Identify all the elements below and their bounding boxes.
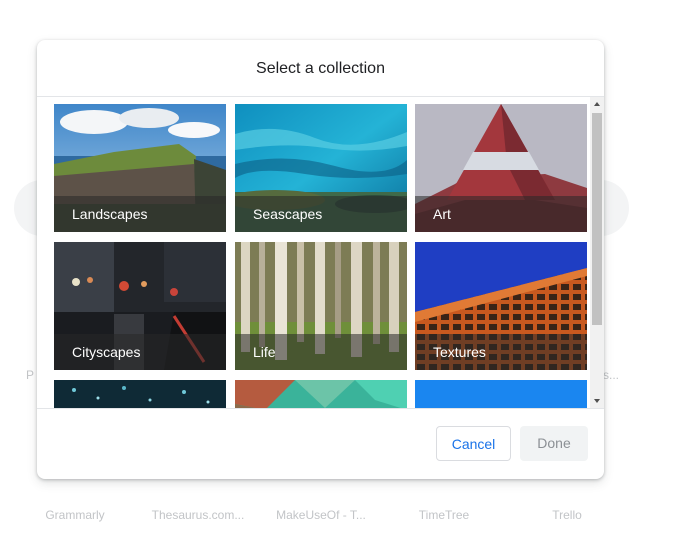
collection-tile-8[interactable] bbox=[235, 380, 407, 408]
collection-tile-life[interactable]: Life bbox=[235, 242, 407, 370]
scroll-down-arrow-icon[interactable] bbox=[590, 394, 604, 408]
footer-divider bbox=[37, 408, 604, 409]
scroll-thumb[interactable] bbox=[592, 113, 602, 325]
shortcut-timetree[interactable]: TimeTree bbox=[389, 508, 499, 522]
dialog-title: Select a collection bbox=[256, 60, 385, 77]
collection-tile-seascapes[interactable]: Seascapes bbox=[235, 104, 407, 232]
scroll-up-arrow-icon[interactable] bbox=[590, 97, 604, 111]
collection-tile-9[interactable] bbox=[415, 380, 587, 408]
collection-7-thumbnail bbox=[54, 380, 226, 408]
collection-tile-art[interactable]: Art bbox=[415, 104, 587, 232]
collection-9-thumbnail bbox=[415, 380, 587, 408]
tile-label: Landscapes bbox=[72, 206, 148, 222]
shortcut-thesaurus[interactable]: Thesaurus.com... bbox=[143, 508, 253, 522]
collection-tile-landscapes[interactable]: Landscapes bbox=[54, 104, 226, 232]
tile-label: Seascapes bbox=[253, 206, 323, 222]
collection-tile-textures[interactable]: Textures bbox=[415, 242, 587, 370]
collection-tile-cityscapes[interactable]: Cityscapes bbox=[54, 242, 226, 370]
tile-label: Textures bbox=[433, 344, 486, 360]
shortcut-makeuseof[interactable]: MakeUseOf - T... bbox=[266, 508, 376, 522]
done-button[interactable]: Done bbox=[520, 426, 588, 461]
shortcut-trello[interactable]: Trello bbox=[512, 508, 622, 522]
cancel-button[interactable]: Cancel bbox=[436, 426, 511, 461]
shortcut-label-right: s... bbox=[603, 368, 620, 382]
collection-8-thumbnail bbox=[235, 380, 407, 408]
shortcut-label-left: P bbox=[26, 368, 35, 382]
collection-tile-7[interactable] bbox=[54, 380, 226, 408]
collection-grid[interactable]: Landscapes Seascapes Art Cityscapes Life… bbox=[37, 97, 589, 408]
tile-label: Art bbox=[433, 206, 451, 222]
select-collection-dialog: Select a collection Landscapes Seascapes… bbox=[37, 40, 604, 479]
grid-scrollbar[interactable] bbox=[590, 97, 604, 408]
tile-label: Cityscapes bbox=[72, 344, 141, 360]
shortcut-grammarly[interactable]: Grammarly bbox=[20, 508, 130, 522]
tile-label: Life bbox=[253, 344, 276, 360]
